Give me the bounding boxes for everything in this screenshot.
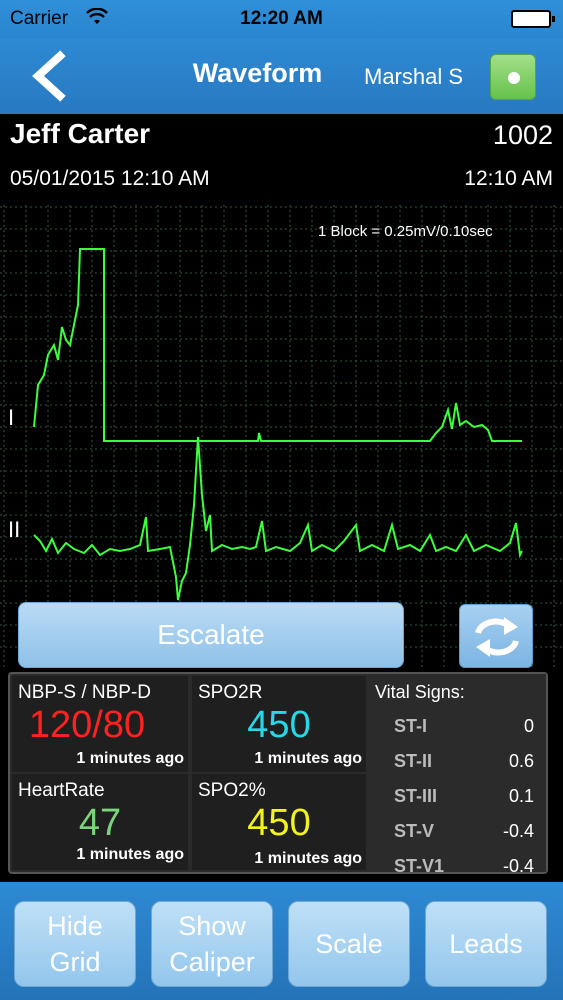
waveform-chart (0, 205, 563, 668)
page-title: Waveform (192, 58, 323, 88)
hide-grid-label-line2: Grid (49, 947, 101, 977)
vital-signs-title: Vital Signs: (375, 682, 465, 702)
ecg-trace-lead-ii (33, 436, 523, 601)
show-caliper-label-line1: Show (178, 911, 246, 941)
patient-time: 12:10 AM (464, 167, 553, 190)
online-indicator-button[interactable] (490, 54, 536, 100)
waveform-panel[interactable]: 1 Block = 0.25mV/0.10sec I II (0, 205, 563, 668)
vital-sign-name: ST-III (394, 786, 438, 806)
vital-sign-value: 0.6 (508, 751, 534, 771)
vital-sign-value: -0.4 (502, 856, 534, 872)
show-caliper-label-line2: Caliper (169, 947, 255, 977)
battery-icon (511, 10, 555, 28)
lead-label-ii: II (8, 517, 21, 542)
vital-heart-rate: HeartRate 47 1 minutes ago (12, 774, 188, 870)
vital-spo2r-value: 450 (247, 704, 311, 746)
vital-sign-name: ST-I (394, 716, 428, 736)
vital-nbp-time: 1 minutes ago (76, 750, 184, 767)
vital-heart-rate-label: HeartRate (18, 780, 105, 801)
vital-spo2r: SPO2R 450 1 minutes ago (192, 676, 366, 772)
status-time: 12:20 AM (240, 8, 323, 29)
vital-sign-row: ST-III 0.1 (370, 780, 546, 812)
vital-sign-row: ST-II 0.6 (370, 745, 546, 777)
show-caliper-label: Show Caliper (169, 908, 255, 980)
user-name: Marshal S (364, 64, 464, 89)
vital-heart-rate-value: 47 (78, 802, 122, 844)
show-caliper-button[interactable]: Show Caliper (151, 901, 273, 987)
vital-sign-value: 0.1 (508, 786, 534, 806)
patient-name: Jeff Carter (10, 118, 151, 149)
vital-sign-row: ST-V1 -0.4 (370, 850, 546, 872)
vital-heart-rate-time: 1 minutes ago (76, 846, 184, 863)
lead-label-i: I (8, 405, 15, 430)
nav-bar: Waveform Marshal S (0, 38, 563, 114)
vital-spo2-pct-value: 450 (247, 802, 311, 844)
vital-nbp-label: NBP-S / NBP-D (18, 682, 152, 703)
patient-id: 1002 (492, 120, 553, 150)
waveform-scale-label: 1 Block = 0.25mV/0.10sec (318, 223, 493, 240)
online-indicator-icon (508, 72, 520, 84)
vitals-panel: NBP-S / NBP-D 120/80 1 minutes ago SPO2R… (8, 672, 548, 874)
hide-grid-label-line1: Hide (47, 911, 103, 941)
vital-sign-row: ST-I 0 (370, 710, 546, 742)
hide-grid-button[interactable]: Hide Grid (14, 901, 136, 987)
scale-button[interactable]: Scale (288, 901, 410, 987)
vital-spo2-pct-label: SPO2% (198, 780, 266, 801)
chevron-left-icon (32, 50, 66, 102)
vital-sign-name: ST-V (394, 821, 435, 841)
vital-signs-list[interactable]: Vital Signs: ST-I 0 ST-II 0.6 ST-III 0.1… (370, 674, 546, 872)
vital-sign-name: ST-II (394, 751, 433, 771)
escalate-button[interactable]: Escalate (18, 602, 404, 668)
status-bar: Carrier 12:20 AM (0, 0, 563, 38)
vital-sign-value: -0.4 (502, 821, 534, 841)
vital-spo2r-label: SPO2R (198, 682, 263, 703)
refresh-icon (475, 617, 519, 657)
refresh-button[interactable] (459, 604, 533, 668)
vital-spo2-pct: SPO2% 450 1 minutes ago (192, 774, 366, 870)
vital-sign-name: ST-V1 (394, 856, 445, 872)
leads-button[interactable]: Leads (425, 901, 547, 987)
ecg-trace-lead-i (33, 248, 522, 442)
vital-spo2-pct-time: 1 minutes ago (254, 850, 362, 867)
vital-nbp: NBP-S / NBP-D 120/80 1 minutes ago (12, 676, 188, 772)
vital-sign-value: 0 (523, 716, 534, 736)
back-button[interactable] (24, 48, 76, 104)
bottom-toolbar: Hide Grid Show Caliper Scale Leads (0, 882, 563, 1000)
patient-date: 05/01/2015 12:10 AM (10, 167, 210, 190)
hide-grid-label: Hide Grid (47, 908, 103, 980)
vital-nbp-value: 120/80 (28, 704, 146, 746)
vital-sign-row: ST-V -0.4 (370, 815, 546, 847)
vital-spo2r-time: 1 minutes ago (254, 750, 362, 767)
